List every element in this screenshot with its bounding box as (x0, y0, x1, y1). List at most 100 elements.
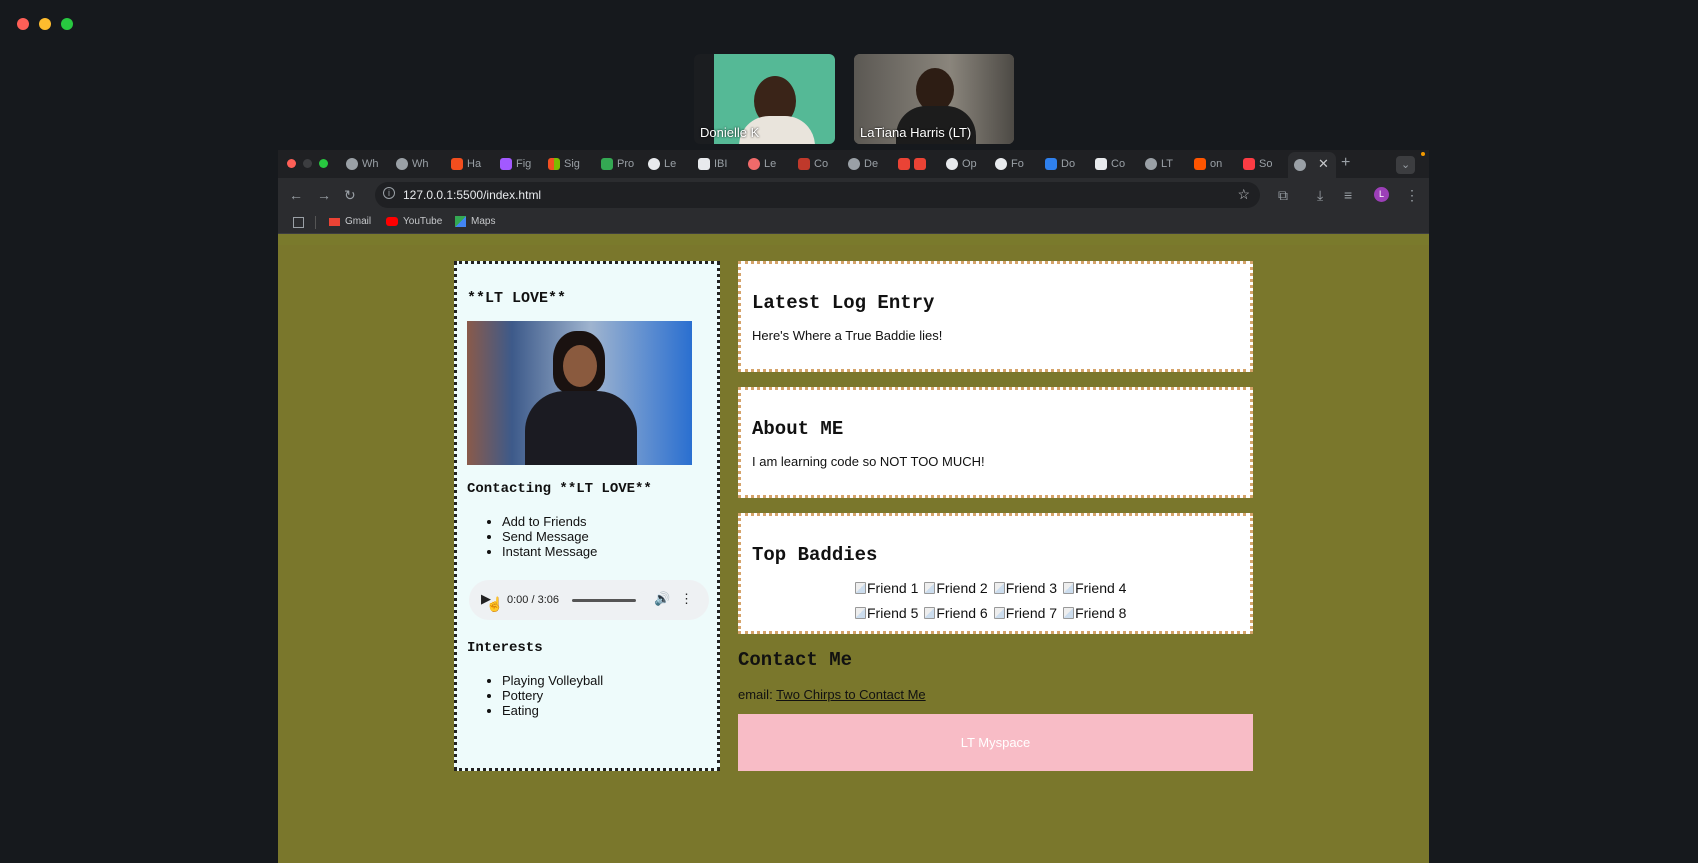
bookmark-gmail[interactable]: Gmail (329, 216, 371, 227)
openai-icon (946, 158, 958, 170)
broken-image-icon (993, 607, 1005, 619)
browser-tab[interactable]: Ha (451, 155, 481, 173)
friends-grid: Friend 1 Friend 2 Friend 3 Friend 4 Friend … (855, 580, 1175, 624)
tab-title: Fo (1011, 158, 1024, 170)
new-tab-button[interactable]: + (1341, 155, 1350, 171)
browser-window: Wh Wh Ha Fig Sig Pro Le IBI Le Co De Op … (278, 150, 1429, 863)
broken-image-icon (855, 607, 866, 619)
profile-avatar[interactable]: L (1374, 187, 1389, 202)
interests-heading: Interests (467, 640, 543, 656)
forward-arrow-icon[interactable]: → (317, 188, 331, 202)
friend-image[interactable]: Friend 3 (993, 580, 1057, 596)
tab-search-button[interactable]: ⌄ (1396, 156, 1416, 174)
openai-icon (995, 158, 1007, 170)
browser-tab[interactable]: Pro (601, 155, 634, 173)
bookmarks-bar: Gmail YouTube Maps (278, 212, 1429, 234)
add-friends-link[interactable]: Add to Friends (502, 514, 597, 529)
globe-icon (848, 158, 860, 170)
globe-icon (346, 158, 358, 170)
browser-tab[interactable] (898, 155, 926, 173)
audio-progress-slider[interactable] (572, 599, 636, 602)
friend-image[interactable]: Friend 7 (993, 605, 1058, 621)
browser-tab[interactable]: Co (1095, 155, 1125, 173)
site-info-icon[interactable]: i (383, 187, 395, 199)
microsoft-icon (548, 158, 560, 170)
bookmark-label: Maps (471, 216, 496, 227)
browser-tab[interactable]: De (848, 155, 878, 173)
minimize-window-button[interactable] (39, 18, 51, 30)
instant-message-link[interactable]: Instant Message (502, 544, 597, 559)
tab-title: IBI (714, 158, 728, 170)
address-bar[interactable]: i 127.0.0.1:5500/index.html ☆ (375, 182, 1260, 208)
zoom-window-button[interactable] (61, 18, 73, 30)
bookmark-star-icon[interactable]: ☆ (1237, 186, 1250, 203)
participant-tile-latiana[interactable]: LaTiana Harris (LT) (854, 54, 1014, 144)
participant-tile-donielle[interactable]: Donielle K (694, 54, 835, 144)
browser-tab[interactable]: LT (1145, 155, 1173, 173)
latest-log-card: Latest Log Entry Here's Where a True Bad… (738, 261, 1253, 372)
email-link[interactable]: Two Chirps to Contact Me (776, 687, 926, 702)
browser-tab[interactable]: Le (748, 155, 776, 173)
browser-zoom-button[interactable] (319, 159, 328, 168)
download-icon[interactable]: ⤓ (1317, 188, 1323, 202)
gmail-icon (329, 217, 340, 226)
tab-title: Wh (412, 158, 429, 170)
browser-tab[interactable]: on (1194, 155, 1222, 173)
tab-title: Wh (362, 158, 379, 170)
audio-player: ▶ 0:00 / 3:06 🔊 ⋮ (469, 580, 709, 620)
browser-tab[interactable]: Wh (346, 155, 379, 173)
email-label: email: (738, 687, 773, 702)
close-window-button[interactable] (17, 18, 29, 30)
interest-item: Eating (502, 703, 603, 718)
tab-title: Co (814, 158, 829, 170)
friend-alt: Friend 7 (1005, 605, 1058, 621)
friend-alt: Friend 1 (867, 580, 919, 596)
active-tab[interactable]: ✕ (1288, 152, 1336, 178)
browser-close-button[interactable] (287, 159, 296, 168)
browser-tab[interactable]: Fig (500, 155, 531, 173)
broken-image-icon (924, 607, 936, 619)
browser-tab[interactable]: Sig (548, 155, 580, 173)
extensions-icon[interactable]: ⧉ (1278, 188, 1288, 202)
contacting-heading: Contacting **LT LOVE** (467, 481, 652, 497)
browser-minimize-button[interactable] (303, 159, 312, 168)
browser-tab[interactable]: Op (946, 155, 977, 173)
friend-image[interactable]: Friend 8 (1063, 605, 1126, 621)
openai-icon (648, 158, 660, 170)
apps-grid-icon[interactable] (293, 217, 304, 228)
about-card: About ME I am learning code so NOT TOO M… (738, 387, 1253, 498)
friend-image[interactable]: Friend 4 (1063, 580, 1126, 596)
browser-tab[interactable]: Fo (995, 155, 1024, 173)
friend-image[interactable]: Friend 1 (855, 580, 918, 596)
browser-tab[interactable]: Wh (396, 155, 429, 173)
friend-image[interactable]: Friend 5 (855, 605, 918, 621)
send-message-link[interactable]: Send Message (502, 529, 597, 544)
tab-title: Op (962, 158, 977, 170)
maps-icon (455, 216, 466, 227)
app-icon (914, 158, 926, 170)
browser-tab[interactable]: IBI (698, 155, 727, 173)
browser-tab[interactable]: So (1243, 155, 1272, 173)
url-text: 127.0.0.1:5500/index.html (403, 188, 542, 202)
bookmark-maps[interactable]: Maps (455, 216, 495, 227)
browser-tab[interactable]: Co (798, 155, 828, 173)
more-menu-icon[interactable]: ⋮ (1405, 188, 1419, 202)
audio-more-icon[interactable]: ⋮ (680, 591, 693, 607)
browser-toolbar: ← → ↻ i 127.0.0.1:5500/index.html ☆ ⧉ ⤓ … (278, 178, 1429, 212)
browser-tab[interactable]: Le (648, 155, 676, 173)
photo-jacket (525, 391, 637, 465)
friend-image[interactable]: Friend 6 (924, 605, 988, 621)
volume-icon[interactable]: 🔊 (654, 591, 670, 607)
browser-tab[interactable]: Do (1045, 155, 1075, 173)
soundcloud-icon (1194, 158, 1206, 170)
bookmark-youtube[interactable]: YouTube (386, 216, 442, 227)
friend-image[interactable]: Friend 2 (924, 580, 988, 596)
media-controls-icon[interactable]: ≡ (1344, 188, 1352, 202)
back-arrow-icon[interactable]: ← (289, 188, 303, 202)
broken-image-icon (1063, 607, 1075, 619)
contact-links-list: Add to Friends Send Message Instant Mess… (502, 514, 597, 559)
close-tab-icon[interactable]: ✕ (1318, 156, 1329, 172)
mouse-cursor-icon: ☝ (486, 596, 504, 612)
reload-icon[interactable]: ↻ (344, 188, 356, 202)
broken-image-icon (993, 582, 1005, 594)
